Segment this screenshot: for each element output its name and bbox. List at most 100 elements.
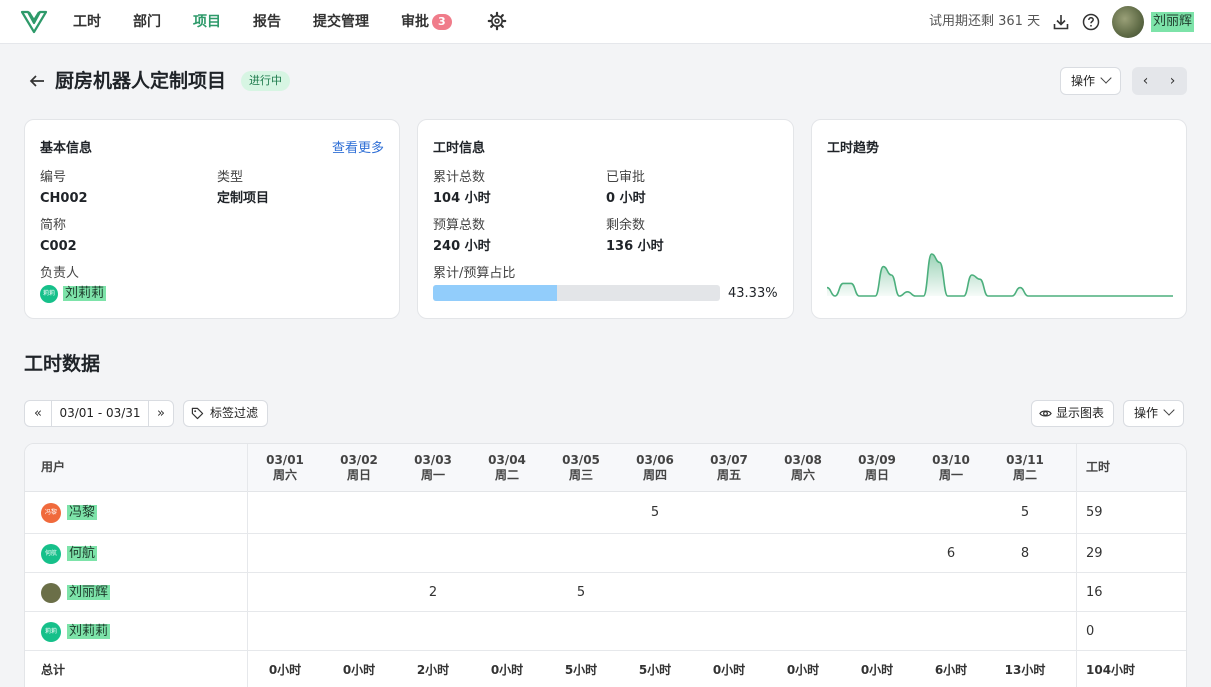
column-date: 03/08 [784, 453, 822, 467]
remaining-hours-label: 剩余数 [606, 218, 646, 233]
user-name-text: 冯黎 [67, 505, 98, 520]
date-column-header: 03/07 周五 [692, 453, 766, 483]
hours-cell[interactable]: 6 [914, 545, 988, 563]
owner-name[interactable]: 刘莉莉 [63, 285, 107, 303]
short-name-value: C002 [40, 239, 77, 254]
next-range-button[interactable]: » [148, 401, 174, 426]
gear-icon[interactable] [487, 11, 507, 31]
user-avatar: 冯黎 [41, 503, 61, 523]
approved-hours-value: 0 小时 [606, 191, 646, 206]
footer-hours-cell: 5小时 [638, 663, 672, 677]
footer-hours-cell: 0小时 [712, 663, 746, 677]
download-icon[interactable] [1052, 13, 1070, 31]
tag-filter-button[interactable]: 标签过滤 [183, 400, 269, 427]
timesheet-actions-label: 操作 [1134, 406, 1159, 420]
budget-progress-fill [433, 285, 558, 301]
column-date: 03/03 [414, 453, 452, 467]
footer-hours-cell: 6小时 [934, 663, 968, 677]
prev-project-button[interactable]: ‹ [1132, 67, 1159, 95]
nav-item-departments[interactable]: 部门 [133, 12, 161, 32]
user-name-cell[interactable]: 刘丽辉 [67, 584, 111, 602]
user-name-text: 何航 [67, 545, 98, 561]
column-date: 03/10 [932, 453, 970, 467]
next-project-button[interactable]: › [1159, 67, 1186, 95]
type-label: 类型 [217, 170, 244, 185]
row-total-cell: 16 [1086, 584, 1103, 600]
project-actions-button[interactable]: 操作 [1060, 67, 1122, 95]
show-chart-button[interactable]: 显示图表 [1031, 400, 1115, 427]
hours-cell[interactable]: 5 [544, 584, 618, 602]
back-arrow-icon[interactable] [28, 72, 46, 90]
user-name-text: 刘莉莉 [67, 623, 111, 639]
date-range-picker: « 03/01 - 03/31 » [24, 400, 174, 427]
hours-cell[interactable]: 8 [988, 545, 1062, 563]
page-title: 厨房机器人定制项目 [55, 70, 227, 92]
prev-range-button[interactable]: « [25, 401, 51, 426]
hours-info-title: 工时信息 [433, 141, 486, 156]
type-value: 定制项目 [217, 191, 270, 206]
footer-total-cell: 104小时 [1086, 663, 1136, 677]
hours-cell[interactable]: 5 [988, 504, 1062, 522]
column-weekday: 周五 [716, 468, 741, 482]
column-weekday: 周二 [1012, 468, 1037, 482]
date-column-header: 03/02 周日 [322, 453, 396, 483]
user-name-cell[interactable]: 刘莉莉 [67, 623, 111, 641]
app-logo-icon[interactable] [20, 8, 48, 36]
column-divider [247, 492, 248, 687]
basic-info-title: 基本信息 [40, 141, 93, 156]
row-total-cell: 29 [1086, 545, 1103, 561]
column-date: 03/01 [266, 453, 304, 467]
code-label: 编号 [40, 170, 67, 185]
footer-hours-cell: 0小时 [786, 663, 820, 677]
nav-item-reports[interactable]: 报告 [253, 12, 281, 32]
code-value: CH002 [40, 191, 88, 206]
hours-cell[interactable]: 2 [396, 584, 470, 602]
status-badge: 进行中 [241, 71, 290, 91]
approved-hours-label: 已审批 [606, 170, 646, 185]
date-column-header: 03/09 周日 [840, 453, 914, 483]
approvals-count-badge: 3 [432, 14, 452, 30]
date-column-header: 03/01 周六 [248, 453, 322, 483]
table-row: 冯黎 冯黎 5 5 59 [25, 492, 1186, 534]
column-date: 03/05 [562, 453, 600, 467]
column-weekday: 周日 [346, 468, 371, 482]
column-weekday: 周六 [790, 468, 815, 482]
basic-info-card: 基本信息 查看更多 编号 CH002 类型 定制项目 简称 C002 负责人 莉… [24, 119, 400, 319]
user-name[interactable]: 刘丽辉 [1151, 12, 1195, 32]
project-actions-label: 操作 [1071, 74, 1096, 88]
nav-item-projects[interactable]: 项目 [193, 12, 221, 32]
user-avatar: 莉莉 [41, 621, 61, 642]
user-name-cell[interactable]: 何航 [67, 545, 98, 563]
nav-item-hours[interactable]: 工时 [73, 12, 101, 32]
nav-item-approvals[interactable]: 审批 3 [401, 12, 452, 32]
tag-icon [191, 407, 204, 420]
table-row: 莉莉 刘莉莉 0 [25, 612, 1186, 651]
view-more-link[interactable]: 查看更多 [332, 137, 384, 156]
budget-hours-value: 240 小时 [433, 239, 491, 254]
total-column-header: 工时 [1086, 460, 1111, 474]
trial-remaining-text: 试用期还剩 361 天 [929, 14, 1041, 29]
owner-avatar: 莉莉 [40, 285, 58, 303]
nav-item-submissions[interactable]: 提交管理 [313, 12, 369, 32]
hours-cell[interactable]: 5 [618, 504, 692, 522]
nav-item-approvals-label: 审批 [401, 14, 429, 30]
date-column-header: 03/05 周三 [544, 453, 618, 483]
column-weekday: 周六 [272, 468, 297, 482]
date-range-label[interactable]: 03/01 - 03/31 [51, 401, 149, 426]
user-name-cell[interactable]: 冯黎 [67, 504, 98, 522]
column-date: 03/07 [710, 453, 748, 467]
hours-trend-title: 工时趋势 [827, 141, 880, 156]
hours-trend-chart [826, 253, 1173, 297]
tag-filter-label: 标签过滤 [210, 406, 259, 420]
project-pager: ‹ › [1132, 67, 1187, 95]
timesheet-actions-button[interactable]: 操作 [1123, 400, 1185, 427]
row-total-cell: 0 [1086, 623, 1095, 639]
user-avatar [41, 582, 61, 603]
column-weekday: 周一 [938, 468, 963, 482]
help-icon[interactable] [1082, 13, 1100, 31]
eye-icon [1039, 410, 1052, 417]
chevron-down-icon [1163, 404, 1175, 416]
user-avatar[interactable] [1112, 6, 1144, 38]
footer-hours-cell: 0小时 [268, 663, 302, 677]
footer-hours-cell: 13小时 [1004, 663, 1046, 677]
